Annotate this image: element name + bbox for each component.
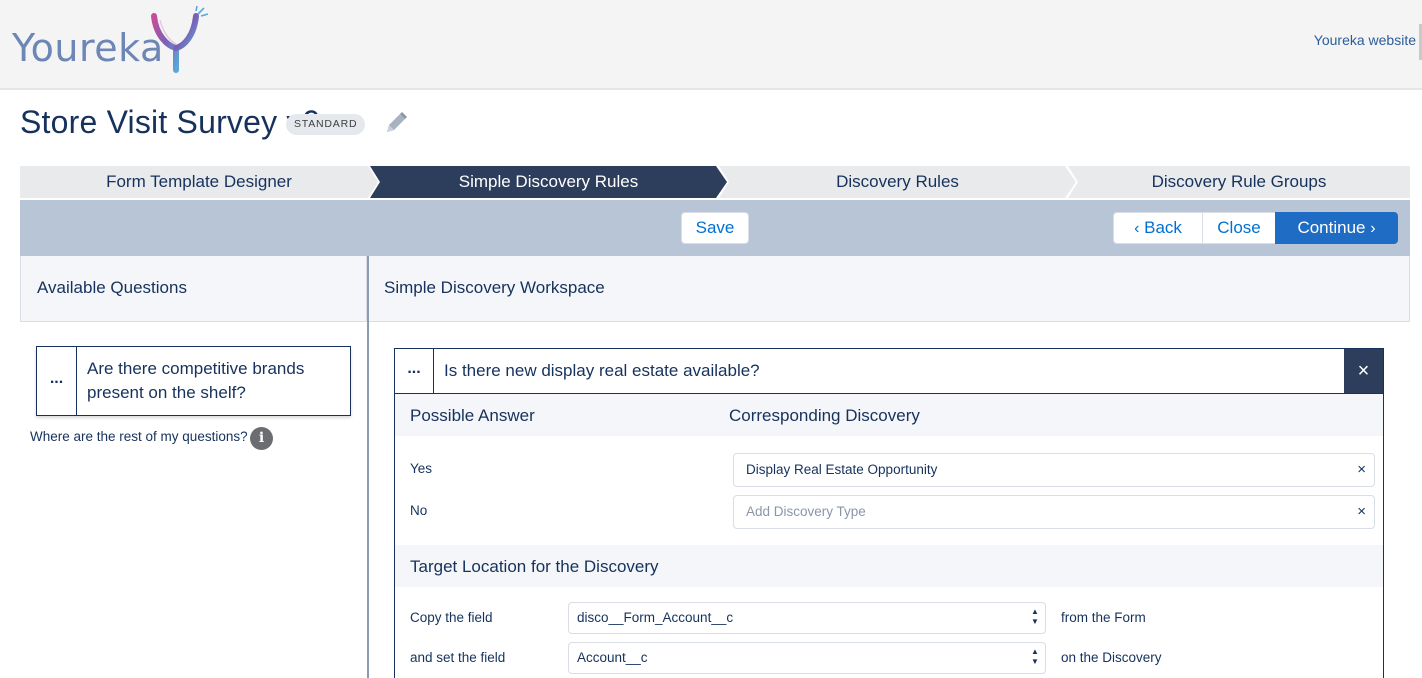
- available-questions-title: Available Questions: [37, 278, 187, 297]
- discovery-field-select[interactable]: Account__c ▲ ▼: [568, 642, 1046, 674]
- question-card[interactable]: ... Are there competitive brands present…: [36, 346, 351, 416]
- discovery-type-input-no[interactable]: Add Discovery Type ×: [733, 495, 1375, 529]
- from-form-label: from the Form: [1061, 610, 1146, 625]
- rule-header: ... Is there new display real estate ava…: [395, 349, 1383, 394]
- path-step-discovery-rules[interactable]: Discovery Rules: [719, 166, 1076, 198]
- youreka-logo[interactable]: Youreka: [12, 6, 212, 78]
- workspace-header: Simple Discovery Workspace: [369, 256, 1410, 322]
- path-step-form-template-designer[interactable]: Form Template Designer: [20, 166, 378, 198]
- available-questions-header: Available Questions: [20, 256, 367, 322]
- logo-y-icon: [151, 6, 209, 73]
- continue-label: Continue: [1297, 218, 1366, 237]
- step-label: Simple Discovery Rules: [458, 172, 639, 191]
- clear-icon[interactable]: ×: [1357, 496, 1366, 528]
- youreka-website-link[interactable]: Youreka website: [1314, 32, 1416, 48]
- rule-question: Is there new display real estate availab…: [444, 361, 760, 380]
- logo-text: Youreka: [12, 26, 164, 70]
- action-toolbar: Save ‹ Back Close Continue ›: [20, 200, 1410, 256]
- question-text: Are there competitive brands present on …: [87, 359, 305, 402]
- discovery-type-placeholder: Add Discovery Type: [746, 504, 866, 519]
- continue-button[interactable]: Continue ›: [1275, 212, 1398, 244]
- form-field-value: disco__Form_Account__c: [577, 610, 734, 625]
- chevron-left-icon: ‹: [1134, 220, 1140, 237]
- path-step-discovery-rule-groups[interactable]: Discovery Rule Groups: [1068, 166, 1410, 198]
- navigation-button-group: ‹ Back Close Continue ›: [1113, 212, 1398, 244]
- on-discovery-label: on the Discovery: [1061, 650, 1162, 665]
- pencil-icon[interactable]: [383, 110, 409, 136]
- step-label: Form Template Designer: [106, 172, 292, 191]
- chevron-right-icon: ›: [1370, 220, 1376, 237]
- target-location-header: Target Location for the Discovery: [395, 545, 1383, 587]
- path-step-simple-discovery-rules[interactable]: Simple Discovery Rules: [370, 166, 727, 198]
- discovery-field-value: Account__c: [577, 650, 648, 665]
- workspace-title: Simple Discovery Workspace: [384, 278, 605, 297]
- help-text: Where are the rest of my questions?: [30, 429, 248, 444]
- set-field-label: and set the field: [410, 650, 506, 665]
- progress-path: Form Template Designer Simple Discovery …: [20, 166, 1410, 198]
- back-button[interactable]: ‹ Back: [1113, 212, 1203, 244]
- step-label: Discovery Rules: [836, 172, 959, 191]
- close-icon[interactable]: ×: [1344, 349, 1383, 393]
- step-label: Discovery Rule Groups: [1151, 172, 1327, 191]
- corresponding-discovery-heading: Corresponding Discovery: [729, 406, 920, 425]
- save-button[interactable]: Save: [681, 212, 749, 244]
- possible-answer-heading: Possible Answer: [410, 406, 535, 425]
- answer-yes-label: Yes: [410, 461, 433, 476]
- info-icon[interactable]: i: [250, 427, 273, 450]
- copy-field-label: Copy the field: [410, 610, 493, 625]
- select-arrows-icon: ▲ ▼: [1031, 647, 1039, 666]
- top-header: Youreka Youreka website: [0, 0, 1422, 90]
- discovery-type-input-yes[interactable]: Display Real Estate Opportunity ×: [733, 453, 1375, 487]
- answer-no-label: No: [410, 503, 428, 518]
- form-field-select[interactable]: disco__Form_Account__c ▲ ▼: [568, 602, 1046, 634]
- status-badge: STANDARD: [286, 114, 366, 135]
- clear-icon[interactable]: ×: [1357, 454, 1366, 486]
- select-arrows-icon: ▲ ▼: [1031, 607, 1039, 626]
- ellipsis-icon[interactable]: ...: [37, 347, 77, 415]
- discovery-type-value: Display Real Estate Opportunity: [746, 462, 938, 477]
- close-button[interactable]: Close: [1202, 212, 1276, 244]
- target-location-title: Target Location for the Discovery: [410, 557, 659, 576]
- page-title: Store Visit Survey v9: [20, 104, 321, 140]
- ellipsis-icon[interactable]: ...: [395, 349, 434, 393]
- back-label: Back: [1144, 218, 1182, 237]
- answer-columns-header: Possible Answer Corresponding Discovery: [395, 394, 1383, 436]
- discovery-rule-card: ... Is there new display real estate ava…: [394, 348, 1384, 678]
